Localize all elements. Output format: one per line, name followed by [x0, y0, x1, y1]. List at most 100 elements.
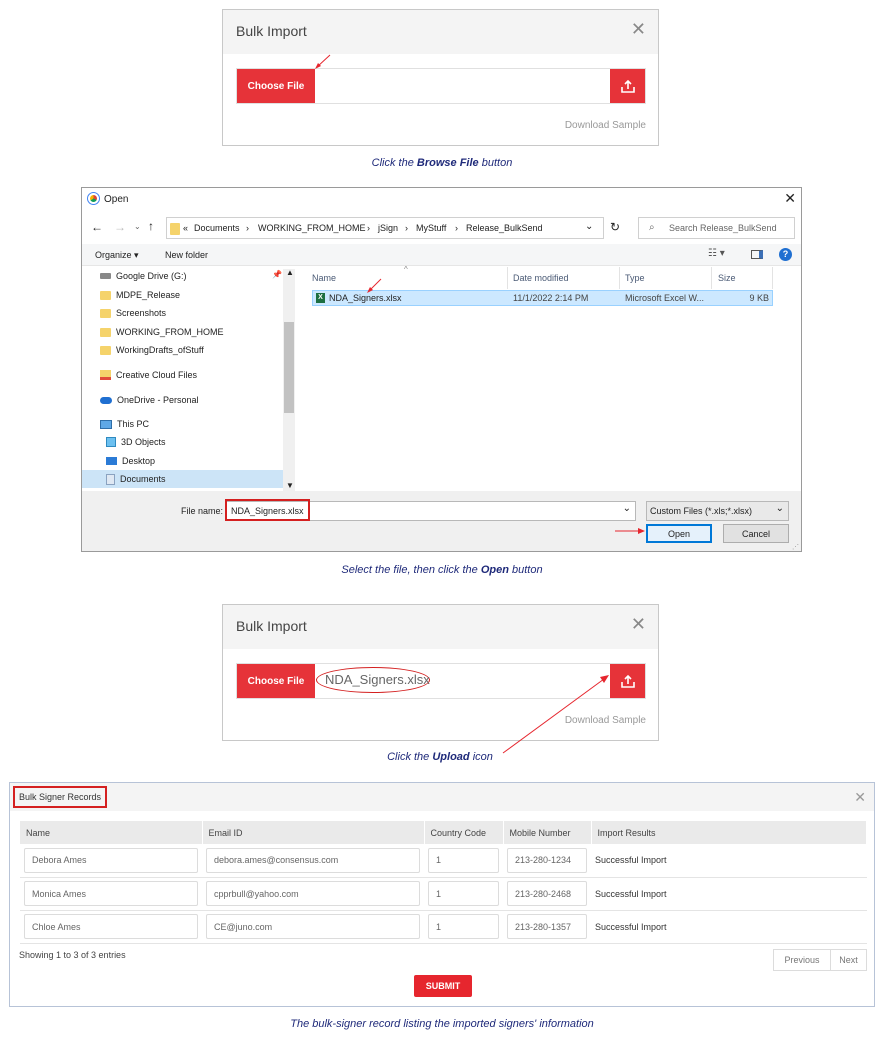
modal-title: Bulk Import [236, 618, 307, 634]
bulk-signer-records-modal: Bulk Signer Records ✕ Name Email ID Coun… [9, 782, 875, 1007]
caption-step-4: The bulk-signer record listing the impor… [290, 1018, 594, 1030]
download-sample-link[interactable]: Download Sample [565, 120, 646, 131]
nav-item-google-drive[interactable]: Google Drive (G:) [100, 267, 187, 285]
forward-arrow-icon[interactable]: → [114, 220, 126, 234]
crumb-documents[interactable]: Documents [194, 223, 240, 233]
nav-item-documents[interactable]: Documents [82, 470, 283, 488]
name-field[interactable]: Monica Ames [24, 881, 198, 906]
name-field[interactable]: Chloe Ames [24, 914, 198, 939]
column-import-results: Import Results [591, 821, 867, 844]
recent-dropdown-icon[interactable]: ⌄ [134, 222, 141, 231]
nav-item-this-pc[interactable]: This PC [100, 415, 149, 433]
mobile-field[interactable]: 213-280-2468 [507, 881, 587, 906]
file-date: 11/1/2022 2:14 PM [513, 293, 589, 303]
crumb-jsign[interactable]: jSign [378, 223, 398, 233]
mobile-field[interactable]: 213-280-1234 [507, 847, 587, 873]
caption-text: Select the file, then click the [341, 564, 481, 576]
nav-item-mdpe-release[interactable]: MDPE_Release [100, 286, 180, 304]
caption-text: button [478, 157, 513, 169]
bulk-import-modal-empty: Bulk Import ✕ Choose File Download Sampl… [222, 9, 659, 146]
chevron-down-icon[interactable]: ⌄ [585, 221, 593, 232]
file-name-input[interactable]: NDA_Signers.xlsx ⌄ [225, 499, 636, 521]
chevron-down-icon: ⌄ [775, 503, 784, 514]
country-code-field[interactable]: 1 [428, 881, 499, 906]
nav-item-3d-objects[interactable]: 3D Objects [106, 433, 166, 451]
folder-icon [100, 327, 111, 337]
folder-icon [170, 223, 180, 235]
scrollbar-thumb[interactable] [284, 322, 294, 413]
preview-pane-icon[interactable] [751, 250, 763, 259]
caption-bold: Browse File [416, 157, 479, 169]
close-icon[interactable]: ✕ [854, 789, 866, 806]
folder-icon [100, 308, 111, 318]
organize-button[interactable]: Organize ▾ [95, 250, 139, 261]
submit-button[interactable]: SUBMIT [414, 975, 472, 997]
navigation-pane: Google Drive (G:) 📌 MDPE_Release Screens… [82, 267, 296, 491]
previous-button[interactable]: Previous [773, 949, 831, 971]
nav-item-screenshots[interactable]: Screenshots [100, 304, 166, 322]
column-size[interactable]: Size [718, 273, 736, 283]
close-icon[interactable]: ✕ [784, 190, 796, 207]
view-options-icon[interactable]: ☷ ▾ [708, 248, 725, 259]
close-icon[interactable]: ✕ [631, 20, 646, 38]
open-button[interactable]: Open [646, 524, 712, 543]
country-code-field[interactable]: 1 [428, 847, 499, 873]
nav-item-onedrive[interactable]: OneDrive - Personal [100, 391, 199, 409]
choose-file-button[interactable]: Choose File [237, 69, 315, 103]
crumb-working-from-home[interactable]: WORKING_FROM_HOME [258, 223, 366, 233]
selected-file-name: NDA_Signers.xlsx [325, 672, 430, 687]
email-field[interactable]: CE@juno.com [206, 914, 420, 939]
upload-button[interactable] [610, 69, 645, 103]
next-button[interactable]: Next [830, 949, 867, 971]
search-input[interactable]: ⌕ Search Release_BulkSend [638, 217, 795, 239]
help-icon[interactable]: ? [779, 248, 792, 261]
nav-item-working-from-home[interactable]: WORKING_FROM_HOME [100, 323, 224, 341]
import-result: Successful Import [591, 844, 867, 878]
country-code-field[interactable]: 1 [428, 914, 499, 939]
crumb-separator: › [455, 223, 458, 233]
email-field[interactable]: cpprbull@yahoo.com [206, 881, 420, 906]
cancel-button[interactable]: Cancel [723, 524, 789, 543]
cloud-icon [100, 396, 112, 404]
search-placeholder: Search Release_BulkSend [669, 223, 777, 233]
column-name: Name [20, 821, 203, 844]
scroll-up-icon[interactable]: ▲ [286, 268, 294, 277]
file-name-label: File name: [181, 506, 224, 516]
folder-icon [100, 345, 111, 355]
close-icon[interactable]: ✕ [631, 615, 646, 633]
file-type-select[interactable]: Custom Files (*.xls;*.xlsx) ⌄ [646, 501, 789, 521]
nav-item-workingdrafts[interactable]: WorkingDrafts_ofStuff [100, 341, 204, 359]
crumb-release-bulksend[interactable]: Release_BulkSend [466, 223, 543, 233]
refresh-icon[interactable]: ↻ [610, 220, 620, 234]
column-type[interactable]: Type [625, 273, 645, 283]
resize-grip-icon[interactable]: ⋰ [792, 543, 799, 551]
nav-label: Desktop [122, 456, 156, 466]
scroll-down-icon[interactable]: ▼ [286, 481, 294, 490]
caption-text: button [508, 564, 543, 576]
up-arrow-icon[interactable]: ↑ [148, 219, 154, 233]
table-row: Chloe Ames CE@juno.com 1 213-280-1357 Su… [20, 910, 867, 944]
chevron-down-icon[interactable]: ⌄ [623, 503, 631, 514]
column-divider [619, 267, 620, 289]
mobile-field[interactable]: 213-280-1357 [507, 914, 587, 939]
file-input-row: Choose File [236, 68, 646, 104]
modal-title: Bulk Signer Records [13, 786, 108, 808]
crumb-separator: › [405, 223, 408, 233]
new-folder-button[interactable]: New folder [165, 250, 208, 260]
column-name[interactable]: Name [312, 273, 336, 283]
name-field[interactable]: Debora Ames [24, 847, 198, 873]
upload-button[interactable] [610, 664, 645, 698]
dialog-title: Open [104, 194, 129, 205]
email-field[interactable]: debora.ames@consensus.com [206, 847, 420, 873]
address-bar[interactable]: « Documents › WORKING_FROM_HOME › jSign … [166, 217, 604, 239]
nav-item-desktop[interactable]: Desktop [106, 452, 155, 470]
nav-label: This PC [117, 419, 150, 429]
nav-item-creative-cloud[interactable]: Creative Cloud Files [100, 366, 197, 384]
column-date-modified[interactable]: Date modified [513, 273, 569, 283]
column-mobile: Mobile Number [503, 821, 592, 844]
upload-icon [620, 674, 635, 688]
annotation-arrow [502, 675, 609, 754]
back-arrow-icon[interactable]: ← [91, 220, 103, 234]
crumb-mystuff[interactable]: MyStuff [416, 223, 446, 233]
choose-file-button[interactable]: Choose File [237, 664, 315, 698]
